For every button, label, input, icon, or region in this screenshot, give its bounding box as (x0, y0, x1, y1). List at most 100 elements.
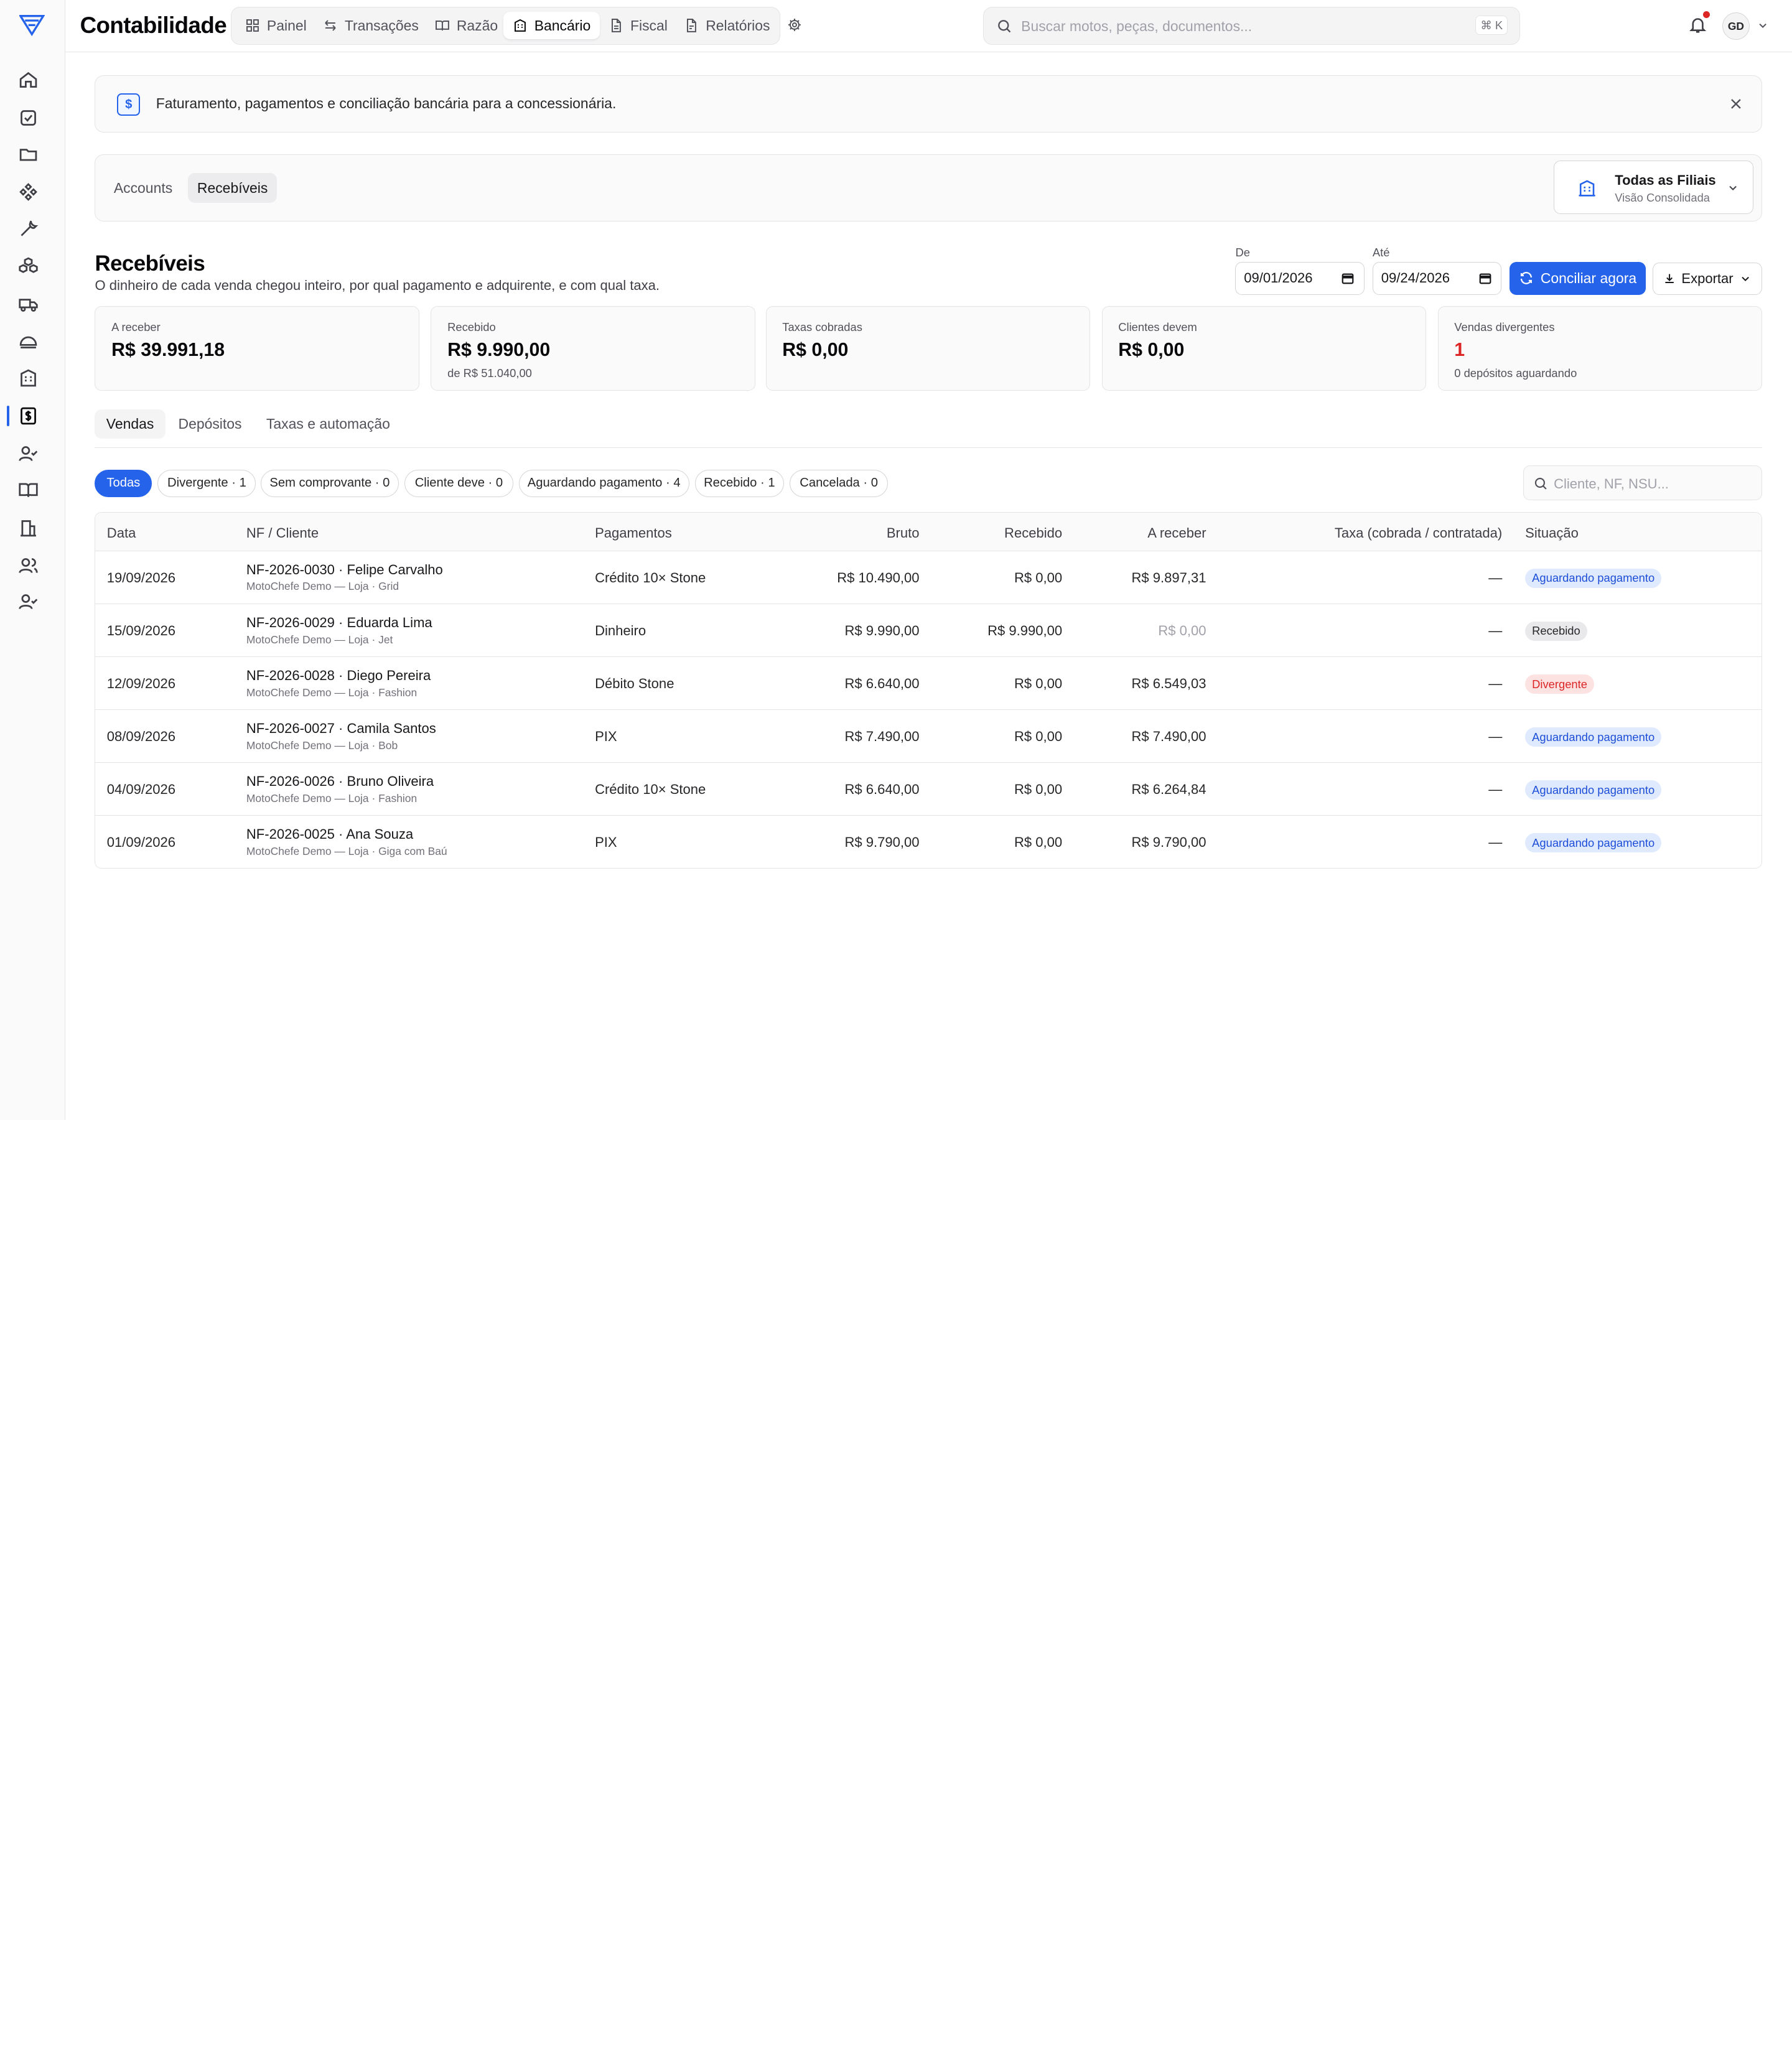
dollar-icon[interactable] (18, 406, 39, 426)
filter-chip-cliente-deve[interactable]: Cliente deve · 0 (404, 469, 513, 497)
boxes-icon[interactable] (18, 256, 39, 276)
cell-nf-cliente[interactable]: NF-2026-0029 · Eduarda Lima MotoChefe Dem… (246, 615, 432, 646)
download-icon (1665, 274, 1674, 284)
header-situacao[interactable]: Situação (1525, 525, 1579, 541)
header-taxa[interactable]: Taxa (cobrada / contratada) (1335, 525, 1502, 541)
tab-painel[interactable]: Painel (236, 12, 315, 39)
cell-date: 04/09/2026 (106, 781, 176, 797)
close-icon[interactable] (1729, 96, 1743, 111)
calendar-icon[interactable] (1341, 271, 1355, 285)
cell-nf-cliente[interactable]: NF-2026-0025 · Ana Souza MotoChefe Demo —… (246, 826, 447, 858)
helmet-icon[interactable] (18, 330, 39, 351)
gear-icon[interactable] (787, 17, 802, 32)
table-search-input[interactable]: Cliente, NF, NSU... (1523, 465, 1763, 501)
tab-label: Razão (456, 17, 498, 34)
from-date-input[interactable]: 09/01/2026 (1235, 261, 1365, 295)
tab-label: Fiscal (630, 17, 668, 34)
cell-due: R$ 7.490,00 (1131, 728, 1206, 744)
header-nf-cliente[interactable]: NF / Cliente (246, 525, 319, 541)
refresh-icon (1520, 272, 1532, 285)
open-book-icon[interactable] (18, 480, 39, 500)
to-date-input[interactable]: 09/24/2026 (1372, 261, 1502, 295)
cell-nf-cliente[interactable]: NF-2026-0027 · Camila Santos MotoChefe De… (246, 721, 436, 752)
building-icon[interactable] (18, 368, 39, 388)
calendar-icon[interactable] (1478, 271, 1492, 285)
table-row[interactable]: 04/09/2026 NF-2026-0026 · Bruno Oliveira M… (95, 763, 1762, 816)
tab-razao[interactable]: Razão (426, 12, 507, 39)
filter-chip-aguardando[interactable]: Aguardando pagamento · 4 (518, 469, 689, 497)
tower-icon[interactable] (18, 518, 39, 538)
tab-relatorios[interactable]: Relatórios (675, 12, 780, 39)
cell-fee: — (1488, 834, 1503, 850)
header-a-receber[interactable]: A receber (1147, 525, 1206, 541)
search-shortcut: ⌘ K (1475, 15, 1508, 35)
nf-store: MotoChefe Demo — Loja · Bob (246, 739, 398, 752)
parts-icon[interactable] (18, 182, 39, 202)
building-icon (1579, 180, 1595, 197)
cell-fee: — (1488, 781, 1503, 797)
tab-label: Bancário (534, 17, 591, 34)
report-icon (687, 19, 697, 33)
cell-received: R$ 0,00 (1014, 834, 1063, 850)
header-bruto[interactable]: Bruto (887, 525, 920, 541)
cell-received: R$ 0,00 (1014, 569, 1063, 585)
main-nav: Painel Transações Razão Bancário Fiscal … (231, 7, 781, 45)
header-data[interactable]: Data (107, 525, 136, 541)
user-check-icon[interactable] (18, 592, 39, 612)
app-logo-icon[interactable] (19, 14, 45, 37)
reconcile-button[interactable]: Conciliar agora (1510, 261, 1646, 295)
user-check-icon[interactable] (18, 444, 39, 464)
table-row[interactable]: 08/09/2026 NF-2026-0027 · Camila Santos Mo… (95, 710, 1762, 763)
tab-taxas-automacao[interactable]: Taxas e automação (255, 409, 402, 439)
main-content: $ Faturamento, pagamentos e conciliação … (65, 52, 1792, 1119)
tab-bancario[interactable]: Bancário (503, 12, 600, 40)
users-icon[interactable] (18, 556, 39, 576)
section-nav: Accounts Recebíveis Todas as Filiais Vis… (95, 154, 1763, 222)
table-row[interactable]: 15/09/2026 NF-2026-0029 · Eduarda Lima Mot… (95, 604, 1762, 657)
status-badge: Recebido (1525, 621, 1587, 641)
filter-chip-cancelada[interactable]: Cancelada · 0 (790, 469, 889, 497)
cell-due: R$ 6.264,84 (1131, 781, 1206, 797)
nf-client-name: NF-2026-0025 · Ana Souza (246, 826, 414, 842)
stat-subtext: 0 depósitos aguardando (1454, 366, 1577, 380)
tab-transacoes[interactable]: Transações (314, 12, 427, 39)
tab-vendas[interactable]: Vendas (95, 409, 166, 439)
cell-due: R$ 0,00 (1158, 622, 1206, 638)
header-pagamentos[interactable]: Pagamentos (595, 525, 672, 541)
branch-selector[interactable]: Todas as Filiais Visão Consolidada (1553, 161, 1754, 215)
checkbox-icon[interactable] (18, 108, 39, 128)
avatar[interactable]: GD (1722, 12, 1750, 40)
stat-label: Clientes devem (1118, 320, 1197, 334)
filter-chip-todas[interactable]: Todas (95, 469, 152, 497)
header-recebido[interactable]: Recebido (1004, 525, 1062, 541)
filter-chip-recebido[interactable]: Recebido · 1 (694, 469, 784, 497)
table-row[interactable]: 12/09/2026 NF-2026-0028 · Diego Pereira Mo… (95, 657, 1762, 710)
table-row[interactable]: 01/09/2026 NF-2026-0025 · Ana Souza MotoCh… (95, 816, 1762, 867)
subtab-recebiveis[interactable]: Recebíveis (188, 173, 278, 203)
filter-chip-sem-comprovante[interactable]: Sem comprovante · 0 (260, 469, 399, 497)
folder-icon[interactable] (18, 144, 39, 164)
table-row[interactable]: 19/09/2026 NF-2026-0030 · Felipe Carvalho… (95, 551, 1762, 604)
filter-chip-divergente[interactable]: Divergente · 1 (157, 469, 256, 497)
chevron-down-icon[interactable] (1757, 19, 1769, 32)
cell-nf-cliente[interactable]: NF-2026-0028 · Diego Pereira MotoChefe De… (246, 668, 431, 699)
status-badge: Aguardando pagamento (1525, 780, 1662, 800)
app-title: Contabilidade (80, 12, 227, 39)
cell-gross: R$ 6.640,00 (844, 675, 920, 691)
cell-fee: — (1488, 675, 1503, 691)
home-icon[interactable] (18, 70, 39, 90)
cell-payment: Débito Stone (595, 675, 674, 691)
tab-fiscal[interactable]: Fiscal (599, 12, 676, 39)
cell-nf-cliente[interactable]: NF-2026-0030 · Felipe Carvalho MotoChefe … (246, 562, 443, 594)
wrench-icon[interactable] (18, 218, 39, 239)
subtab-accounts[interactable]: Accounts (105, 173, 182, 203)
truck-icon[interactable] (18, 294, 39, 314)
global-search[interactable]: Buscar motos, peças, documentos... ⌘ K (982, 7, 1520, 45)
export-button[interactable]: Exportar (1652, 263, 1763, 295)
bank-icon (514, 19, 526, 32)
nf-store: MotoChefe Demo — Loja · Giga com Baú (246, 844, 447, 857)
nf-store: MotoChefe Demo — Loja · Fashion (246, 791, 418, 805)
cell-nf-cliente[interactable]: NF-2026-0026 · Bruno Oliveira MotoChefe D… (246, 773, 434, 805)
tab-depositos[interactable]: Depósitos (167, 409, 253, 439)
stat-card-taxas: Taxas cobradas R$ 0,00 (765, 306, 1091, 391)
